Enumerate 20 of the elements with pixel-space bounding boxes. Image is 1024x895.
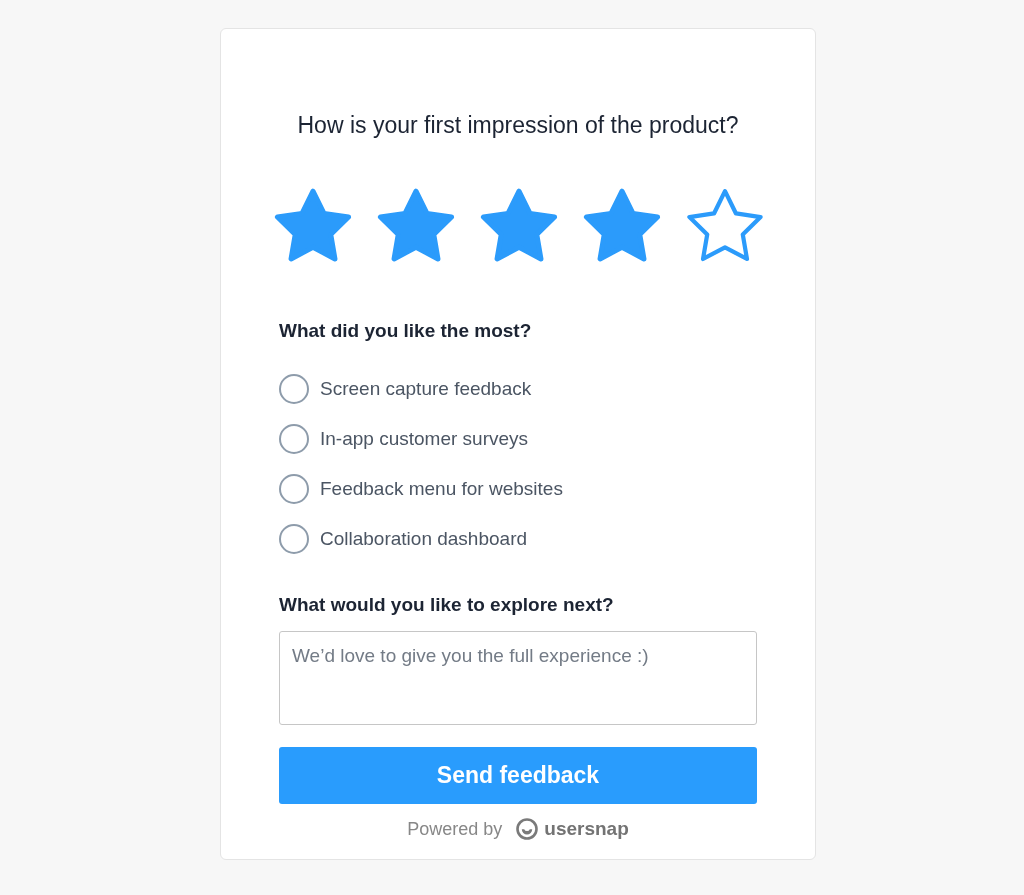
- radio-button[interactable]: [279, 374, 309, 404]
- question-label: What did you like the most?: [279, 319, 533, 343]
- feedback-textarea[interactable]: We’d love to give you the full experience :): [279, 631, 757, 725]
- question-label: What would you like to explore next?: [279, 593, 615, 617]
- radio-button[interactable]: [279, 424, 309, 454]
- option-label[interactable]: In-app customer surveys: [320, 427, 529, 451]
- question-title: How is your first impression of the product?: [296, 111, 740, 139]
- empty-star-icon[interactable]: [685, 187, 765, 263]
- filled-star-icon[interactable]: [479, 187, 559, 263]
- option-label[interactable]: Feedback menu for websites: [320, 477, 563, 501]
- smiley-circle-icon: [516, 818, 539, 840]
- radio-button[interactable]: [279, 474, 309, 504]
- brand-name[interactable]: usersnap: [544, 818, 629, 840]
- radio-button[interactable]: [279, 524, 309, 554]
- filled-star-icon[interactable]: [273, 187, 353, 263]
- filled-star-icon[interactable]: [376, 187, 456, 263]
- option-label[interactable]: Collaboration dashboard: [320, 527, 528, 551]
- powered-by-text: Powered by: [407, 818, 503, 840]
- option-label[interactable]: Screen capture feedback: [320, 377, 532, 401]
- filled-star-icon[interactable]: [582, 187, 662, 263]
